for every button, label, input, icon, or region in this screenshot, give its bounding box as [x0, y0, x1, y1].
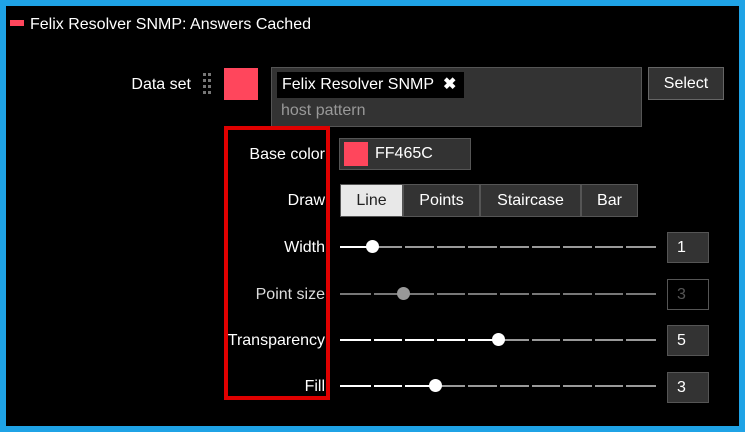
series-color-swatch: [10, 19, 24, 26]
dataset-selector[interactable]: Felix Resolver SNMP ✖ host pattern: [271, 67, 642, 127]
fill-slider[interactable]: [340, 378, 656, 394]
slider-tick: [623, 246, 627, 248]
panel-title-text: Felix Resolver SNMP: Answers Cached: [30, 16, 311, 33]
drag-handle-icon[interactable]: [201, 72, 213, 98]
slider-tick: [560, 339, 564, 341]
point-size-slider[interactable]: [340, 286, 656, 302]
slider-tick: [623, 339, 627, 341]
base-color-field[interactable]: FF465C: [339, 138, 471, 170]
width-value-field[interactable]: 1: [667, 232, 709, 263]
point-size-value-field[interactable]: 3: [667, 279, 709, 310]
dataset-tag: Felix Resolver SNMP ✖: [277, 72, 465, 98]
base-color-swatch: [344, 142, 368, 166]
slider-knob[interactable]: [492, 333, 505, 346]
slider-tick: [370, 339, 374, 341]
slider-tick: [623, 385, 627, 387]
slider-tick: [560, 246, 564, 248]
slider-tick: [465, 246, 469, 248]
slider-tick: [402, 385, 406, 387]
highlight-box: [224, 126, 330, 400]
transparency-value-field[interactable]: 5: [667, 325, 709, 356]
panel-title: Felix Resolver SNMP: Answers Cached: [10, 16, 311, 34]
slider-tick: [497, 246, 500, 248]
slider-tick: [402, 246, 406, 248]
slider-tick: [402, 339, 406, 341]
slider-tick: [528, 339, 532, 341]
slider-knob[interactable]: [397, 287, 411, 300]
slider-tick: [497, 293, 500, 295]
draw-mode-group: Line Points Staircase Bar: [340, 184, 638, 217]
slider-tick: [560, 293, 564, 295]
transparency-slider[interactable]: [340, 332, 656, 348]
draw-line-option[interactable]: Line: [340, 184, 403, 217]
slider-tick: [591, 293, 595, 295]
draw-bar-option[interactable]: Bar: [581, 184, 638, 217]
dataset-color-swatch[interactable]: [224, 68, 258, 100]
slider-tick: [465, 293, 469, 295]
slider-tick: [497, 385, 500, 387]
base-color-value: FF465C: [375, 145, 433, 162]
fill-value-field[interactable]: 3: [667, 372, 709, 403]
slider-tick: [623, 293, 627, 295]
slider-tick: [370, 385, 374, 387]
dataset-tag-label: Felix Resolver SNMP: [282, 76, 435, 93]
slider-tick: [528, 385, 532, 387]
remove-tag-icon[interactable]: ✖: [443, 76, 456, 93]
slider-tick: [370, 293, 374, 295]
slider-tick: [433, 293, 437, 295]
slider-tick: [560, 385, 564, 387]
host-pattern-input[interactable]: host pattern: [281, 102, 366, 120]
width-slider[interactable]: [340, 239, 656, 255]
slider-tick: [528, 246, 532, 248]
draw-points-option[interactable]: Points: [403, 184, 480, 217]
slider-tick: [528, 293, 532, 295]
slider-tick: [433, 339, 437, 341]
dataset-label: Data set: [131, 76, 191, 93]
slider-tick: [591, 385, 595, 387]
slider-tick: [465, 385, 469, 387]
slider-tick: [591, 339, 595, 341]
slider-tick: [591, 246, 595, 248]
draw-staircase-option[interactable]: Staircase: [480, 184, 581, 217]
slider-knob[interactable]: [428, 379, 442, 392]
slider-knob[interactable]: [365, 240, 379, 253]
slider-tick: [465, 339, 469, 341]
slider-tick: [433, 246, 437, 248]
select-button[interactable]: Select: [648, 67, 724, 100]
